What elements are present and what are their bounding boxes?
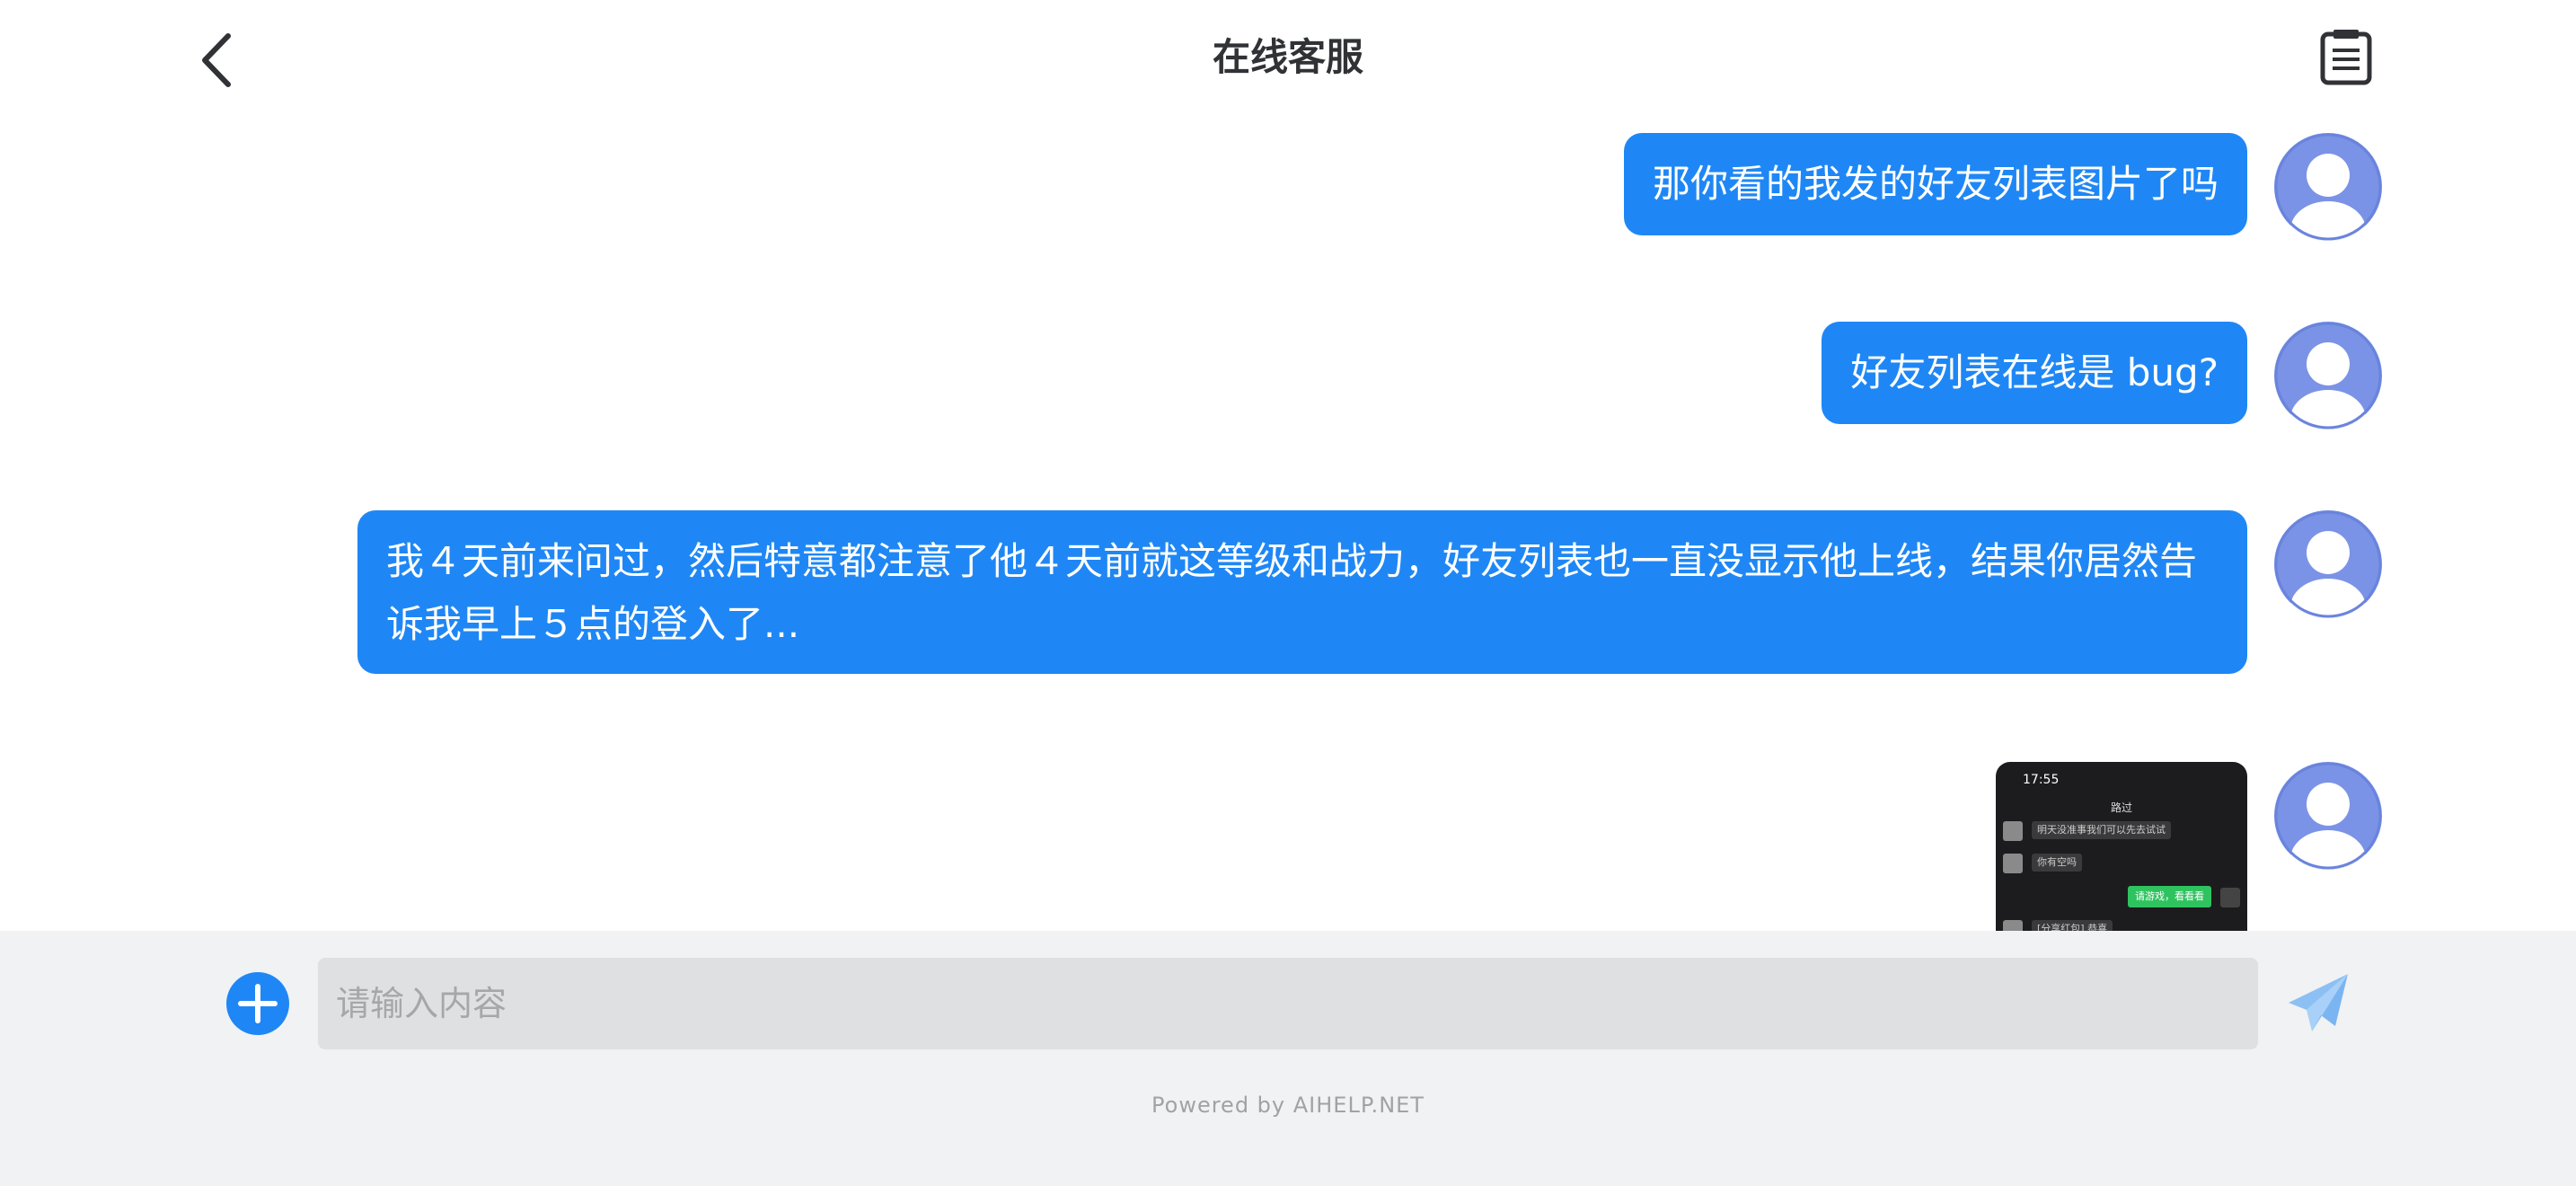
thumbnail-avatar bbox=[2003, 920, 2023, 931]
chat-message-outgoing: 我４天前来问过，然后特意都注意了他４天前就这等级和战力，好友列表也一直没显示他上… bbox=[357, 510, 2382, 674]
thumbnail-avatar bbox=[2003, 821, 2023, 841]
screenshot-thumbnail[interactable]: 17:55 路过 明天没准事我们可以先去试试 你有空吗 请游戏，看看看 [分享红… bbox=[1996, 762, 2247, 931]
thumbnail-message: 明天没准事我们可以先去试试 bbox=[2032, 821, 2171, 839]
attach-button[interactable] bbox=[226, 972, 289, 1035]
chat-message-outgoing: 17:55 路过 明天没准事我们可以先去试试 你有空吗 请游戏，看看看 [分享红… bbox=[1996, 762, 2382, 931]
plus-icon bbox=[238, 984, 278, 1023]
chat-message-outgoing: 那你看的我发的好友列表图片了吗 bbox=[1623, 133, 2382, 241]
send-button[interactable] bbox=[2285, 970, 2351, 1037]
message-bubble[interactable]: 好友列表在线是 bug? bbox=[1822, 322, 2247, 424]
user-avatar-icon bbox=[2274, 133, 2382, 241]
powered-by-label: Powered by AIHELP.NET bbox=[1151, 1093, 1425, 1118]
page-title: 在线客服 bbox=[1212, 35, 1363, 79]
thumbnail-title: 路过 bbox=[2110, 801, 2132, 814]
paper-plane-icon bbox=[2289, 974, 2348, 1031]
thumbnail-green-bubble: 请游戏，看看看 bbox=[2128, 886, 2211, 907]
thumbnail-message: [分享红包] 恭喜 bbox=[2032, 920, 2113, 931]
composer-area: Powered by AIHELP.NET bbox=[0, 931, 2576, 1186]
message-bubble[interactable]: 那你看的我发的好友列表图片了吗 bbox=[1623, 133, 2247, 235]
message-bubble[interactable]: 我４天前来问过，然后特意都注意了他４天前就这等级和战力，好友列表也一直没显示他上… bbox=[357, 510, 2247, 674]
thumbnail-message: 你有空吗 bbox=[2032, 854, 2082, 872]
user-avatar-icon bbox=[2274, 322, 2382, 429]
user-avatar-icon bbox=[2274, 510, 2382, 618]
chat-message-list[interactable]: 那你看的我发的好友列表图片了吗 好友列表在线是 bug? 我４天前来问过，然后特… bbox=[0, 122, 2576, 931]
user-avatar-icon bbox=[2274, 762, 2382, 870]
ticket-list-button[interactable] bbox=[2316, 27, 2377, 88]
message-input[interactable] bbox=[318, 958, 2258, 1049]
chat-message-outgoing: 好友列表在线是 bug? bbox=[1822, 322, 2382, 429]
thumbnail-status-time: 17:55 bbox=[2023, 773, 2060, 787]
clipboard-icon bbox=[2320, 30, 2372, 85]
header-bar: 在线客服 bbox=[0, 0, 2576, 122]
thumbnail-avatar bbox=[2003, 854, 2023, 873]
thumbnail-avatar bbox=[2220, 888, 2240, 907]
